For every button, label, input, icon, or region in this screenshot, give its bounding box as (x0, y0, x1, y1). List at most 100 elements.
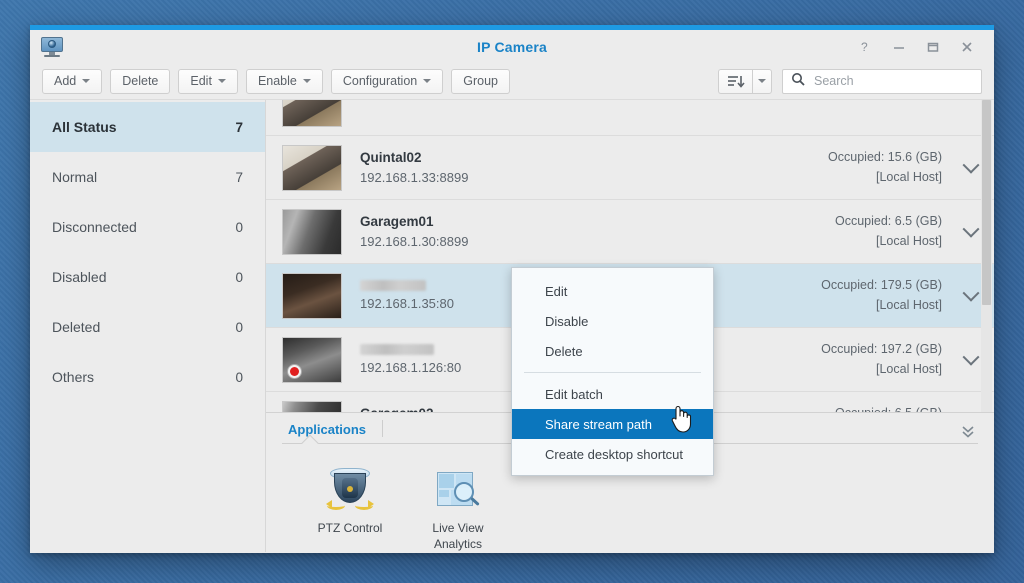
sidebar-item-label: Deleted (52, 319, 101, 335)
camera-name: Garagem01 (360, 214, 434, 229)
search-input[interactable] (812, 73, 973, 89)
configuration-button[interactable]: Configuration (330, 68, 444, 94)
sort-descending-icon[interactable] (718, 68, 752, 94)
recording-indicator-icon (287, 363, 302, 379)
sidebar-item-disconnected[interactable]: Disconnected 0 (30, 202, 265, 252)
sidebar-item-label: Disconnected (52, 219, 137, 235)
chevron-down-icon (962, 220, 980, 238)
sidebar-item-normal[interactable]: Normal 7 (30, 152, 265, 202)
svg-text:?: ? (861, 40, 868, 54)
add-button[interactable]: Add (42, 68, 103, 94)
camera-occupied: Occupied: 15.6 (GB) (828, 150, 942, 165)
camera-thumbnail (282, 272, 342, 319)
sidebar-item-count: 0 (235, 219, 243, 235)
live-view-analytics-icon (416, 462, 500, 514)
sidebar-item-disabled[interactable]: Disabled 0 (30, 252, 265, 302)
camera-info: Garagem01 192.168.1.30:8899 (360, 214, 468, 249)
context-menu-item-delete[interactable]: Delete (512, 336, 713, 366)
context-menu-separator (524, 372, 701, 373)
context-menu-item-share-stream-path[interactable]: Share stream path (512, 409, 713, 439)
camera-name-redacted (360, 344, 434, 355)
minimize-button[interactable] (882, 33, 916, 61)
camera-thumbnail (282, 100, 342, 127)
camera-storage-info: Occupied: 197.2 (GB) [Local Host] (821, 340, 948, 379)
camera-thumbnail (282, 400, 342, 412)
table-row[interactable] (266, 100, 994, 136)
table-row[interactable]: Quintal02 192.168.1.33:8899 Occupied: 15… (266, 136, 994, 200)
search-icon (791, 72, 805, 91)
scrollbar-thumb[interactable] (982, 100, 991, 305)
camera-list-scrollbar[interactable] (981, 100, 992, 412)
sidebar-item-others[interactable]: Others 0 (30, 352, 265, 402)
group-button-label: Group (463, 74, 498, 88)
camera-storage-info: Occupied: 6.5 (GB) [Local Host] (835, 404, 948, 412)
sidebar-item-label: Normal (52, 169, 98, 185)
context-menu-item-label: Delete (545, 343, 583, 359)
sidebar-item-all-status[interactable]: All Status 7 (30, 102, 265, 152)
maximize-button[interactable] (916, 33, 950, 61)
tab-applications[interactable]: Applications (288, 422, 378, 443)
delete-button-label: Delete (122, 74, 159, 88)
table-row[interactable]: Garagem01 192.168.1.30:8899 Occupied: 6.… (266, 200, 994, 264)
sidebar-item-label: All Status (52, 119, 117, 135)
status-sidebar: All Status 7 Normal 7 Disconnected 0 Dis… (30, 100, 266, 552)
ptz-dome-camera-icon (308, 462, 392, 514)
window-controls: ? (848, 33, 994, 61)
camera-host: [Local Host] (875, 361, 942, 376)
sort-dropdown-button[interactable] (752, 68, 772, 94)
help-button[interactable]: ? (848, 33, 882, 61)
configuration-button-label: Configuration (342, 74, 418, 88)
sidebar-item-count: 7 (235, 119, 243, 135)
context-menu-item-create-desktop-shortcut[interactable]: Create desktop shortcut (512, 439, 713, 469)
chevron-down-icon (758, 79, 766, 83)
chevron-down-icon (302, 79, 311, 83)
camera-name: Quintal02 (360, 150, 422, 165)
edit-button-label: Edit (190, 74, 212, 88)
app-label: PTZ Control (317, 520, 383, 535)
camera-info: Garagem02 192.168.1.31:8899 (360, 406, 468, 412)
chevron-down-icon (962, 156, 980, 174)
camera-thumbnail (282, 208, 342, 255)
title-bar: IP Camera ? (30, 30, 994, 63)
camera-occupied: Occupied: 179.5 (GB) (821, 278, 942, 293)
camera-host: [Local Host] (875, 297, 942, 312)
camera-name-redacted (360, 280, 426, 291)
camera-storage-info: Occupied: 179.5 (GB) [Local Host] (821, 276, 948, 315)
camera-name: Garagem02 (360, 406, 468, 412)
context-menu-item-label: Disable (545, 313, 589, 329)
context-menu-item-disable[interactable]: Disable (512, 306, 713, 336)
close-button[interactable] (950, 33, 984, 61)
sidebar-item-count: 0 (235, 269, 243, 285)
sidebar-item-count: 0 (235, 369, 243, 385)
delete-button[interactable]: Delete (110, 68, 171, 94)
enable-button[interactable]: Enable (245, 68, 323, 94)
context-menu-item-label: Edit (545, 283, 568, 299)
add-button-label: Add (54, 74, 77, 88)
chevron-down-icon (962, 284, 980, 302)
camera-thumbnail (282, 144, 342, 191)
chevrons-down-icon[interactable] (960, 423, 976, 439)
edit-button[interactable]: Edit (178, 68, 238, 94)
sidebar-item-deleted[interactable]: Deleted 0 (30, 302, 265, 352)
chevron-down-icon (217, 79, 226, 83)
camera-info: Quintal02 192.168.1.33:8899 (360, 150, 468, 185)
toolbar: Add Delete Edit Enable Configuration Gro… (30, 63, 994, 100)
camera-storage-info: Occupied: 6.5 (GB) [Local Host] (835, 212, 948, 251)
enable-button-label: Enable (257, 74, 297, 88)
sidebar-item-count: 0 (235, 319, 243, 335)
context-menu-item-label: Create desktop shortcut (545, 446, 684, 462)
chevron-down-icon (962, 348, 980, 366)
camera-occupied: Occupied: 197.2 (GB) (821, 342, 942, 357)
group-button[interactable]: Group (451, 68, 510, 94)
camera-info: 192.168.1.35:80 (360, 280, 454, 311)
camera-occupied: Occupied: 6.5 (GB) (835, 404, 942, 412)
toolbar-right-group (718, 68, 982, 94)
search-field[interactable] (782, 68, 982, 94)
sidebar-item-count: 7 (235, 169, 243, 185)
context-menu-item-edit[interactable]: Edit (512, 276, 713, 306)
app-live-view-analytics[interactable]: Live View Analytics (416, 462, 500, 552)
camera-storage-info: Occupied: 15.6 (GB) [Local Host] (828, 148, 948, 187)
tab-applications-label: Applications (288, 421, 367, 437)
context-menu-item-edit-batch[interactable]: Edit batch (512, 379, 713, 409)
app-ptz-control[interactable]: PTZ Control (308, 462, 392, 552)
